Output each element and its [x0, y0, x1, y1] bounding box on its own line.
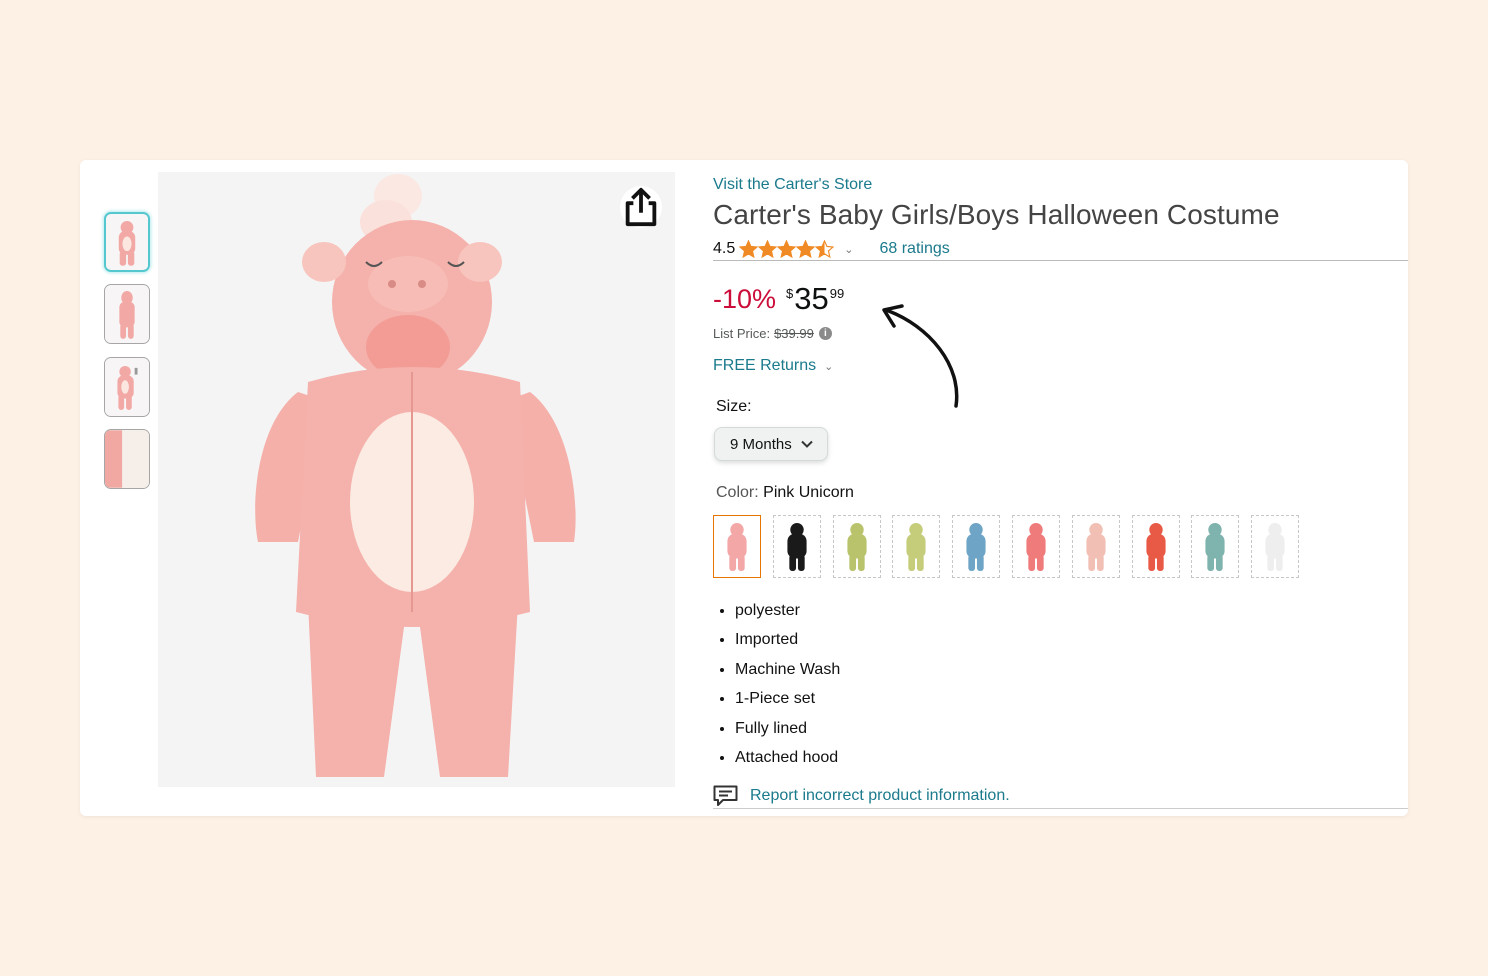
- thumbnail-2[interactable]: [104, 284, 150, 344]
- feature-bullet: Machine Wash: [735, 655, 840, 684]
- discount-percent: -10%: [713, 284, 777, 314]
- color-swatch[interactable]: [952, 515, 1000, 578]
- list-price-label: List Price:: [713, 326, 771, 341]
- report-incorrect-info-link[interactable]: Report incorrect product information.: [713, 785, 1010, 807]
- color-swatch[interactable]: [892, 515, 940, 578]
- rating-row: 4.5 ⌄ 68 ratings: [713, 238, 950, 260]
- share-icon: [625, 187, 657, 227]
- star-icon: [758, 240, 778, 258]
- size-selected-value: 9 Months: [730, 435, 792, 453]
- star-rating[interactable]: [739, 240, 835, 258]
- thumbnail-1[interactable]: [104, 212, 150, 272]
- feature-bullet: Imported: [735, 625, 840, 654]
- price-row: -10% $ 35 99: [713, 281, 844, 317]
- color-swatch[interactable]: [1012, 515, 1060, 578]
- free-returns-link[interactable]: FREE Returns ⌄: [713, 357, 833, 375]
- color-swatch[interactable]: [1191, 515, 1239, 578]
- chevron-down-icon[interactable]: ⌄: [844, 243, 853, 256]
- share-button[interactable]: [620, 186, 662, 228]
- feature-bullet: polyester: [735, 596, 840, 625]
- product-card: Visit the Carter's Store Carter's Baby G…: [80, 160, 1408, 816]
- thumbnail-3[interactable]: [104, 357, 150, 417]
- star-icon: [815, 240, 835, 258]
- price-currency-symbol: $: [786, 286, 794, 301]
- color-swatch[interactable]: [773, 515, 821, 578]
- divider: [713, 808, 1408, 809]
- size-label: Size:: [716, 398, 752, 415]
- star-icon: [777, 240, 797, 258]
- star-icon: [739, 240, 759, 258]
- size-dropdown[interactable]: 9 Months: [714, 427, 828, 461]
- color-selected-value: Pink Unicorn: [763, 484, 854, 501]
- main-product-image: [158, 172, 675, 787]
- price-fraction: 99: [829, 286, 845, 301]
- feature-bullets: polyesterImportedMachine Wash1-Piece set…: [713, 596, 840, 772]
- product-title: Carter's Baby Girls/Boys Halloween Costu…: [713, 199, 1280, 230]
- thumbnail-4[interactable]: [104, 429, 150, 489]
- color-label-text: Color:: [716, 484, 759, 501]
- pink-unicorn-costume-image: [158, 172, 675, 787]
- store-link[interactable]: Visit the Carter's Store: [713, 176, 872, 194]
- price-whole: 35: [794, 281, 829, 316]
- feature-bullet: Fully lined: [735, 714, 840, 743]
- color-label: Color: Pink Unicorn: [716, 484, 854, 502]
- color-swatch[interactable]: [1132, 515, 1180, 578]
- list-price-value: $39.99: [774, 326, 814, 341]
- ratings-count-link[interactable]: 68 ratings: [879, 240, 949, 258]
- chevron-down-icon: ⌄: [824, 360, 834, 373]
- color-swatch[interactable]: [713, 515, 761, 578]
- list-price: List Price: $39.99 i: [713, 326, 832, 341]
- color-swatch[interactable]: [1072, 515, 1120, 578]
- star-icon: [796, 240, 816, 258]
- free-returns-label: FREE Returns: [713, 357, 817, 374]
- color-swatch[interactable]: [1251, 515, 1299, 578]
- info-icon[interactable]: i: [818, 327, 832, 340]
- feature-bullet: Attached hood: [735, 743, 840, 772]
- feature-bullet: 1-Piece set: [735, 684, 840, 713]
- rating-value: 4.5: [713, 240, 736, 257]
- report-link-label: Report incorrect product information.: [750, 787, 1010, 804]
- color-swatch[interactable]: [833, 515, 881, 578]
- comment-icon: [713, 785, 738, 806]
- annotation-arrow-icon: [882, 304, 959, 408]
- chevron-down-icon: [800, 440, 813, 448]
- divider: [713, 260, 1408, 261]
